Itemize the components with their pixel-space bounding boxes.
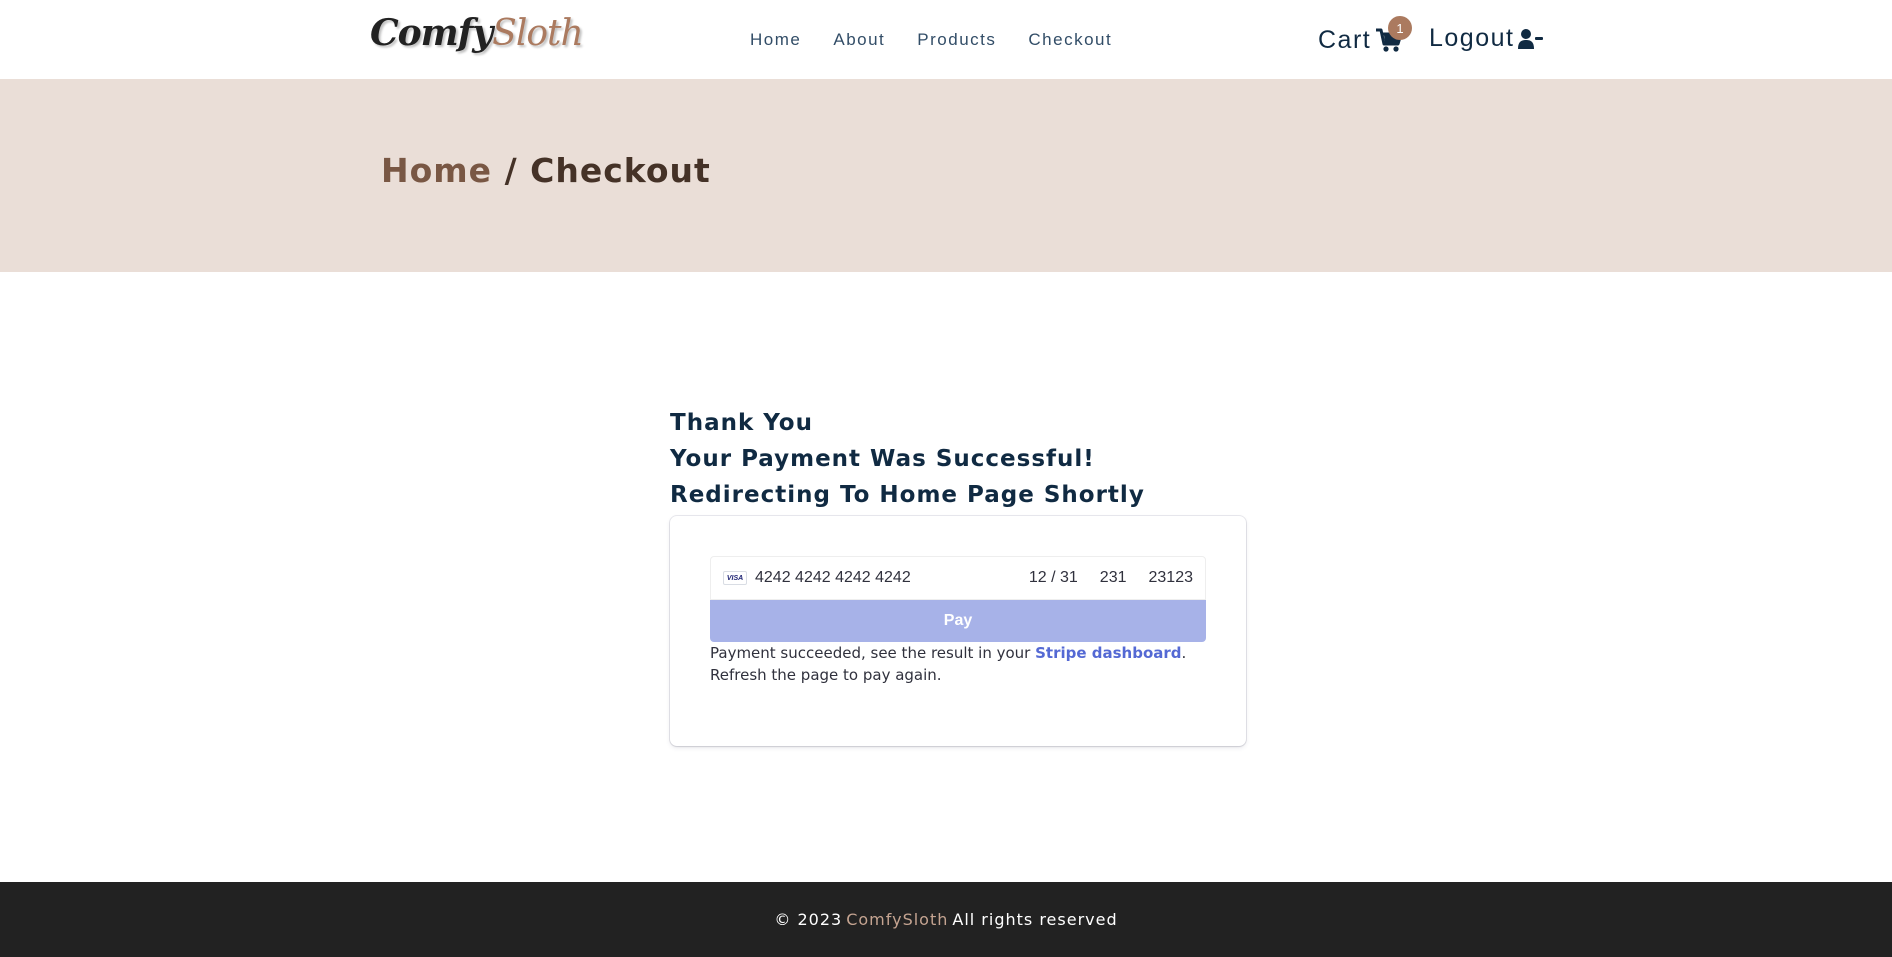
card-expiry-field[interactable]: 12 / 31 [1029,569,1078,587]
logout-button[interactable]: Logout [1429,24,1544,53]
navbar: ComfySloth Home About Products Checkout … [0,0,1892,79]
redirect-heading: Redirecting To Home Page Shortly [670,482,1145,508]
card-cvc-field[interactable]: 231 [1100,569,1127,587]
breadcrumb-home-link[interactable]: Home [381,151,492,190]
visa-icon: VISA [723,571,747,585]
breadcrumb: Home / Checkout [381,151,711,190]
cart-count-badge: 1 [1388,16,1412,40]
card-number-field[interactable]: 4242 4242 4242 4242 [755,569,1029,587]
page-hero: Home / Checkout [0,79,1892,272]
logout-label: Logout [1429,24,1515,52]
card-element[interactable]: VISA 4242 4242 4242 4242 12 / 31 231 231… [710,556,1206,600]
nav-link-checkout[interactable]: Checkout [1028,30,1112,50]
payment-success-heading: Your Payment Was Successful! [670,446,1095,472]
logo-part1: Comfy [370,12,493,54]
footer-brand: ComfySloth [846,910,949,929]
nav-link-products[interactable]: Products [917,30,996,50]
logo[interactable]: ComfySloth [370,12,584,54]
user-minus-icon [1518,28,1544,49]
logo-part2: Sloth [492,13,584,54]
payment-form: VISA 4242 4242 4242 4242 12 / 31 231 231… [670,516,1246,746]
nav-link-home[interactable]: Home [750,30,801,50]
result-text-pre: Payment succeeded, see the result in you… [710,644,1036,662]
nav-link-about[interactable]: About [833,30,885,50]
footer-rights: All rights reserved [952,910,1118,929]
footer-copyright: © 2023 [774,910,843,929]
nav-links: Home About Products Checkout [750,30,1112,50]
payment-result-message: Payment succeeded, see the result in you… [710,642,1210,686]
pay-button[interactable]: Pay [710,600,1206,642]
cart-label: Cart [1318,26,1372,54]
breadcrumb-current: / Checkout [504,151,711,190]
footer: © 2023 ComfySloth All rights reserved [0,882,1892,957]
payment-success-message: Thank You Your Payment Was Successful! R… [670,405,1145,513]
thank-you-heading: Thank You [670,410,813,436]
card-zip-field[interactable]: 23123 [1149,569,1194,587]
stripe-dashboard-link[interactable]: Stripe dashboard [1035,644,1181,662]
